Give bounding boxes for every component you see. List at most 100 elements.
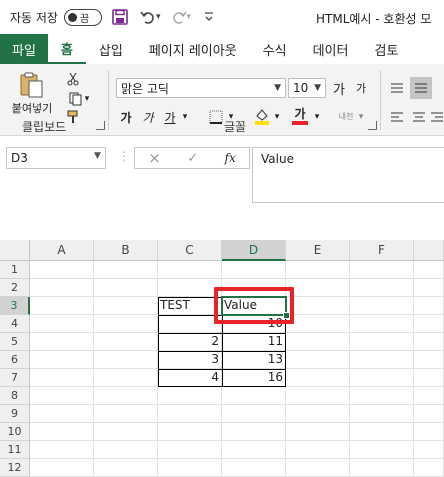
row-header-1[interactable]: 1 bbox=[0, 261, 30, 279]
cell-c4[interactable] bbox=[158, 315, 222, 333]
cell-e8[interactable] bbox=[286, 387, 350, 405]
cell-f2[interactable] bbox=[350, 279, 414, 297]
copy-button[interactable]: ▾ bbox=[62, 90, 96, 108]
tab-formulas[interactable]: 수식 bbox=[250, 34, 300, 64]
cell-b8[interactable] bbox=[94, 387, 158, 405]
cell-g8[interactable] bbox=[414, 387, 444, 405]
cell-g3[interactable] bbox=[414, 297, 444, 315]
undo-icon[interactable] bbox=[138, 7, 158, 27]
tab-insert[interactable]: 삽입 bbox=[86, 34, 136, 64]
cell-b1[interactable] bbox=[94, 261, 158, 279]
cell-g11[interactable] bbox=[414, 441, 444, 459]
cell-d2[interactable] bbox=[222, 279, 286, 297]
insert-function-icon[interactable]: fx bbox=[225, 151, 236, 165]
align-right-icon[interactable] bbox=[430, 108, 444, 126]
undo-dropdown-icon[interactable]: ▾ bbox=[156, 12, 161, 22]
cell-a3[interactable] bbox=[30, 297, 94, 315]
tab-data[interactable]: 데이터 bbox=[300, 34, 362, 64]
font-dialog-launcher-icon[interactable] bbox=[368, 121, 377, 130]
cell-c11[interactable] bbox=[158, 441, 222, 459]
cell-a5[interactable] bbox=[30, 333, 94, 351]
align-center-icon[interactable] bbox=[410, 108, 428, 126]
column-header-c[interactable]: C bbox=[158, 240, 222, 261]
cell-f1[interactable] bbox=[350, 261, 414, 279]
bold-button[interactable]: 가 bbox=[118, 108, 134, 126]
cell-f9[interactable] bbox=[350, 405, 414, 423]
underline-button[interactable]: 가 bbox=[162, 108, 178, 126]
column-header-e[interactable]: E bbox=[286, 240, 350, 261]
font-size-select[interactable]: 10 ▼ bbox=[288, 78, 326, 98]
cell-d7[interactable]: 16 bbox=[222, 369, 286, 387]
grow-font-button[interactable]: 가 bbox=[330, 78, 348, 98]
cell-c3[interactable]: TEST bbox=[158, 297, 222, 315]
cell-f12[interactable] bbox=[350, 459, 414, 477]
column-header-f[interactable]: F bbox=[350, 240, 414, 261]
cell-b10[interactable] bbox=[94, 423, 158, 441]
cell-a4[interactable] bbox=[30, 315, 94, 333]
cell-d10[interactable] bbox=[222, 423, 286, 441]
column-header-a[interactable]: A bbox=[30, 240, 94, 261]
cell-e1[interactable] bbox=[286, 261, 350, 279]
cell-b4[interactable] bbox=[94, 315, 158, 333]
align-middle-icon[interactable] bbox=[410, 77, 432, 99]
cell-e4[interactable] bbox=[286, 315, 350, 333]
cell-f7[interactable] bbox=[350, 369, 414, 387]
worksheet-grid[interactable]: A B C D E F 1 2 3 TEST Value 4 10 5 2 11 6 3 13 7 4 16 8 9 10 11 1… bbox=[0, 240, 444, 477]
font-color-button[interactable]: 가 bbox=[290, 106, 310, 126]
cell-f6[interactable] bbox=[350, 351, 414, 369]
cell-e9[interactable] bbox=[286, 405, 350, 423]
underline-dropdown-icon[interactable]: ▾ bbox=[180, 108, 190, 126]
cell-e7[interactable] bbox=[286, 369, 350, 387]
cell-d5[interactable]: 11 bbox=[222, 333, 286, 351]
row-header-4[interactable]: 4 bbox=[0, 315, 30, 333]
cell-d1[interactable] bbox=[222, 261, 286, 279]
cell-c2[interactable] bbox=[158, 279, 222, 297]
cell-b12[interactable] bbox=[94, 459, 158, 477]
cell-d4[interactable]: 10 bbox=[222, 315, 286, 333]
fill-handle[interactable] bbox=[283, 312, 290, 319]
cell-d3[interactable]: Value bbox=[222, 297, 286, 315]
chevron-down-icon[interactable]: ▼ bbox=[94, 151, 101, 161]
cell-b5[interactable] bbox=[94, 333, 158, 351]
cancel-icon[interactable]: × bbox=[148, 149, 161, 167]
cell-b11[interactable] bbox=[94, 441, 158, 459]
borders-icon[interactable] bbox=[206, 108, 226, 126]
cell-a6[interactable] bbox=[30, 351, 94, 369]
cell-b6[interactable] bbox=[94, 351, 158, 369]
cell-e10[interactable] bbox=[286, 423, 350, 441]
cell-e12[interactable] bbox=[286, 459, 350, 477]
phonetic-button[interactable]: 내천 bbox=[334, 106, 358, 126]
tab-file[interactable]: 파일 bbox=[0, 34, 48, 64]
cell-c1[interactable] bbox=[158, 261, 222, 279]
cell-f3[interactable] bbox=[350, 297, 414, 315]
name-box[interactable]: D3 bbox=[6, 147, 106, 169]
cell-c9[interactable] bbox=[158, 405, 222, 423]
cell-a10[interactable] bbox=[30, 423, 94, 441]
cell-d8[interactable] bbox=[222, 387, 286, 405]
clipboard-dialog-launcher-icon[interactable] bbox=[96, 121, 105, 130]
cell-e6[interactable] bbox=[286, 351, 350, 369]
row-header-11[interactable]: 11 bbox=[0, 441, 30, 459]
cell-d9[interactable] bbox=[222, 405, 286, 423]
cell-c6[interactable]: 3 bbox=[158, 351, 222, 369]
enter-icon[interactable]: ✓ bbox=[187, 151, 198, 166]
cell-f11[interactable] bbox=[350, 441, 414, 459]
cell-b3[interactable] bbox=[94, 297, 158, 315]
cell-d12[interactable] bbox=[222, 459, 286, 477]
cell-a2[interactable] bbox=[30, 279, 94, 297]
cell-d11[interactable] bbox=[222, 441, 286, 459]
cell-c7[interactable]: 4 bbox=[158, 369, 222, 387]
cell-a1[interactable] bbox=[30, 261, 94, 279]
cell-g12[interactable] bbox=[414, 459, 444, 477]
cell-e3[interactable] bbox=[286, 297, 350, 315]
shrink-font-button[interactable]: 가 bbox=[352, 78, 370, 98]
cell-a7[interactable] bbox=[30, 369, 94, 387]
paste-button[interactable]: 붙여넣기 bbox=[8, 70, 56, 116]
autosave-toggle[interactable]: 끔 bbox=[63, 8, 102, 26]
cell-g5[interactable] bbox=[414, 333, 444, 351]
formula-input[interactable]: Value bbox=[252, 147, 444, 203]
select-all-corner[interactable] bbox=[0, 240, 30, 261]
tab-review[interactable]: 검토 bbox=[361, 34, 411, 64]
row-header-5[interactable]: 5 bbox=[0, 333, 30, 351]
font-color-dropdown-icon[interactable]: ▾ bbox=[312, 108, 322, 126]
